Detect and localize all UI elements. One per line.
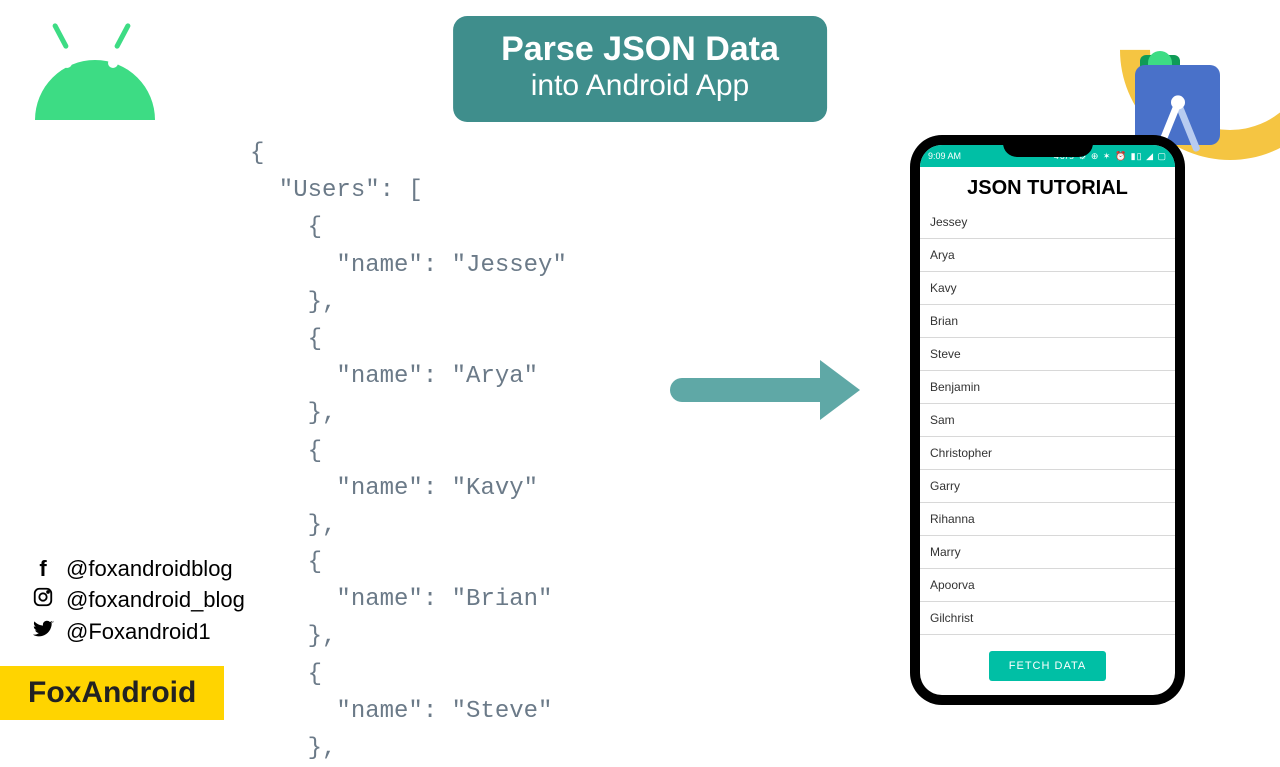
list-item: Steve <box>920 338 1175 371</box>
json-code-sample: { "Users": [ { "name": "Jessey" }, { "na… <box>250 135 567 767</box>
list-item: Benjamin <box>920 371 1175 404</box>
banner-subtitle: into Android App <box>501 69 779 104</box>
list-item: Christopher <box>920 437 1175 470</box>
phone-mockup: 9:09 AM 46/s ⚙ ⊕ ✶ ⏰ ▮▯ ◢ ▢ JSON TUTORIA… <box>910 135 1185 705</box>
twitter-icon <box>30 618 56 646</box>
social-handles: f @foxandroidblog @foxandroid_blog @Foxa… <box>30 552 245 650</box>
list-item: Jessey <box>920 206 1175 239</box>
android-head-icon <box>30 30 160 120</box>
title-banner: Parse JSON Data into Android App <box>453 16 827 122</box>
user-list: Jessey Arya Kavy Brian Steve Benjamin Sa… <box>920 206 1175 645</box>
instagram-icon <box>30 586 56 614</box>
list-item: Brian <box>920 305 1175 338</box>
list-item: Garry <box>920 470 1175 503</box>
phone-notch <box>1003 141 1093 157</box>
arrow-icon <box>670 360 860 420</box>
status-time: 9:09 AM <box>928 151 961 161</box>
brand-tag: FoxAndroid <box>0 666 224 720</box>
list-item: Rihanna <box>920 503 1175 536</box>
list-item: Kavy <box>920 272 1175 305</box>
list-item: Gilchrist <box>920 602 1175 635</box>
fetch-data-button[interactable]: FETCH DATA <box>989 651 1106 681</box>
list-item: Sam <box>920 404 1175 437</box>
twitter-handle: @Foxandroid1 <box>66 619 211 645</box>
app-title: JSON TUTORIAL <box>920 167 1175 206</box>
instagram-handle: @foxandroid_blog <box>66 587 245 613</box>
facebook-icon: f <box>30 556 56 582</box>
banner-title: Parse JSON Data <box>501 30 779 69</box>
list-item: Marry <box>920 536 1175 569</box>
list-item: Arya <box>920 239 1175 272</box>
list-item: Apoorva <box>920 569 1175 602</box>
facebook-handle: @foxandroidblog <box>66 556 233 582</box>
